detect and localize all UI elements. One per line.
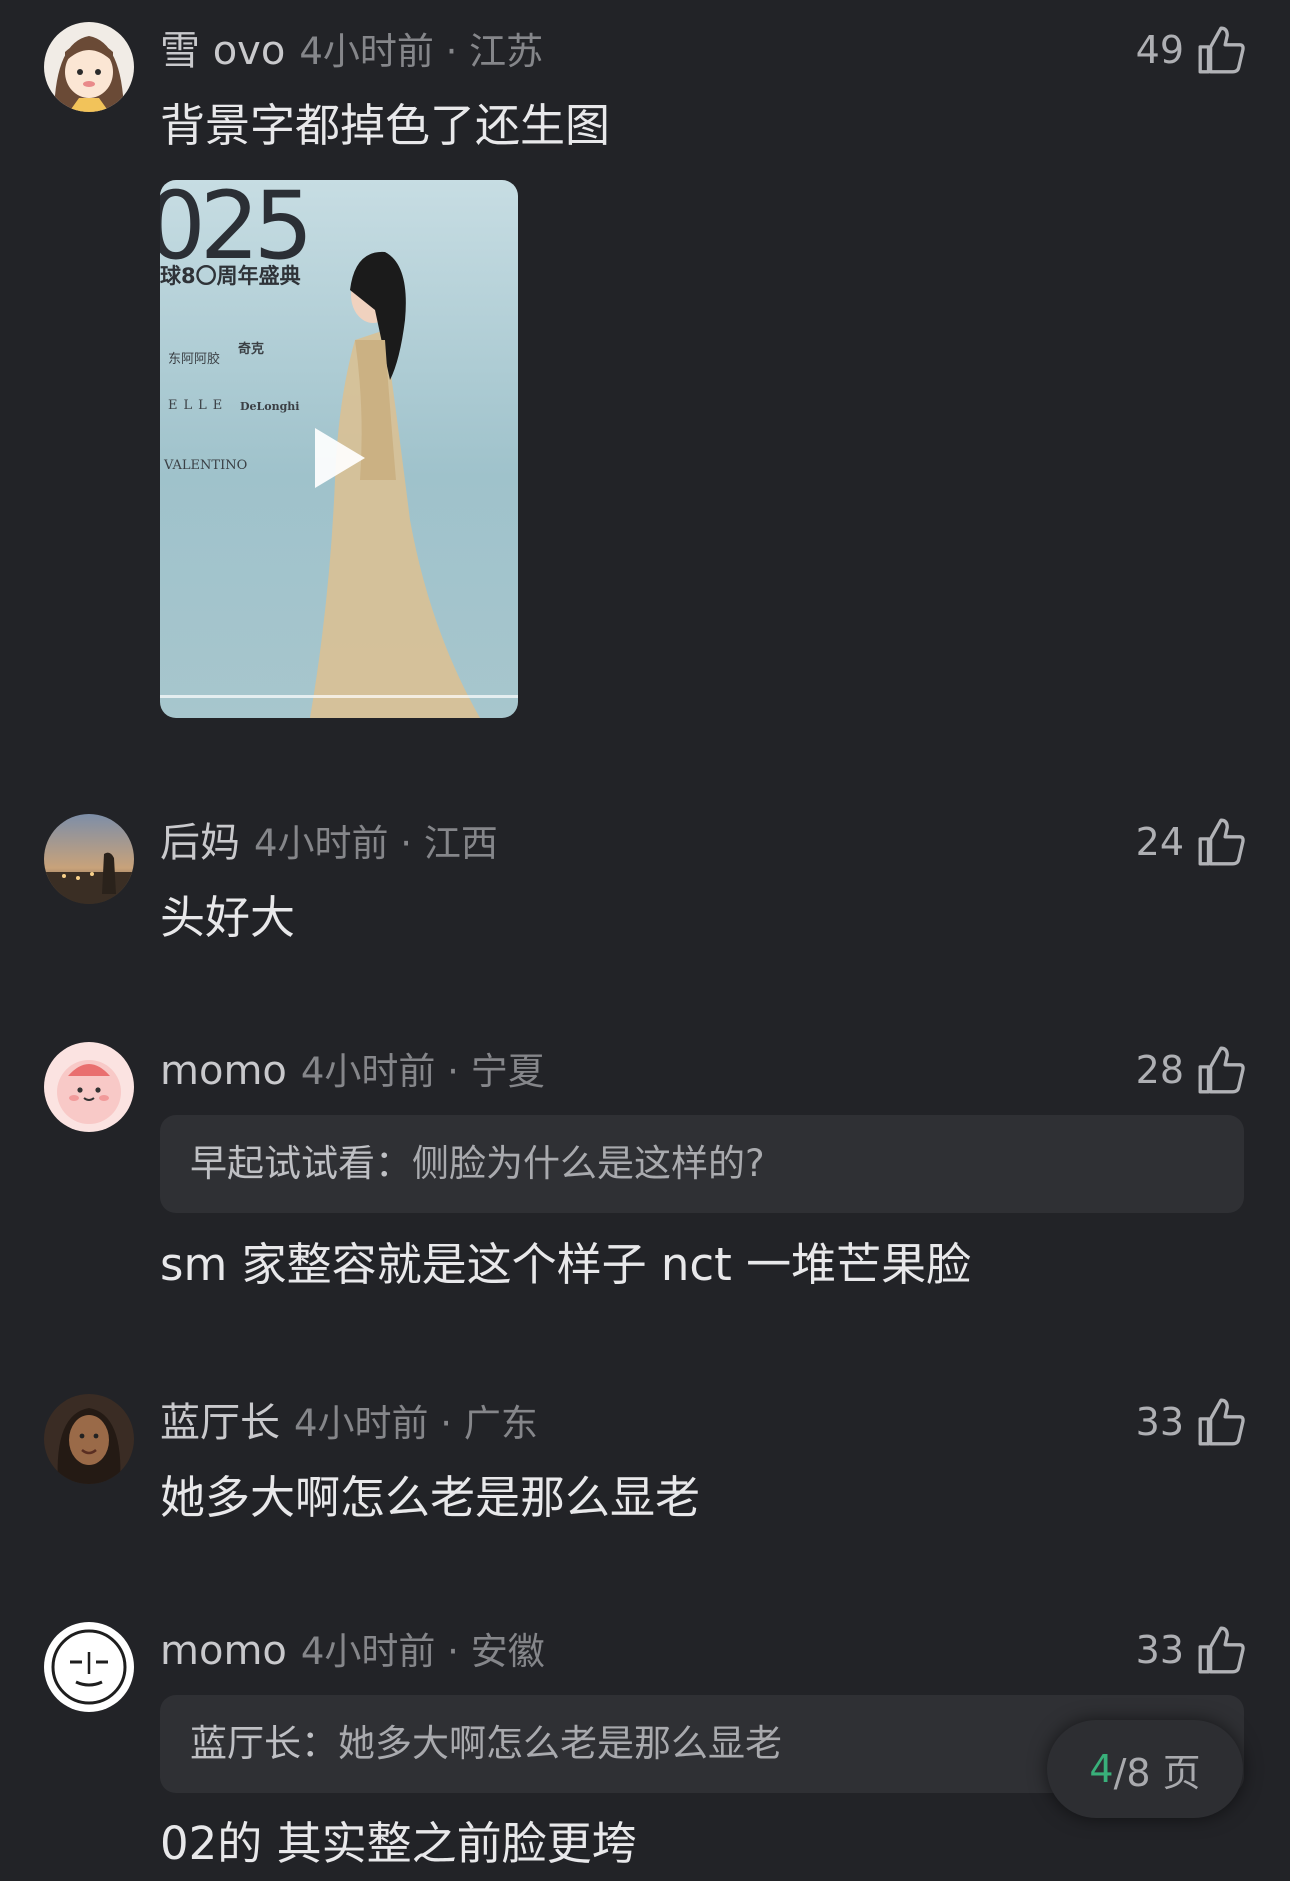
- quoted-text: 她多大啊怎么老是那么显老: [338, 1722, 782, 1765]
- avatar[interactable]: [44, 814, 134, 904]
- username[interactable]: momo: [160, 1628, 287, 1674]
- like-button[interactable]: 28: [1136, 1042, 1246, 1098]
- time-location: 4小时前 · 江苏: [299, 30, 544, 73]
- time-location: 4小时前 · 广东: [294, 1402, 538, 1445]
- like-count: 33: [1135, 1400, 1184, 1444]
- like-button[interactable]: 49: [1136, 22, 1246, 78]
- thumbs-up-icon: [1198, 1626, 1245, 1674]
- comment-meta: momo 4小时前 · 安徽: [160, 1626, 545, 1677]
- quoted-user: 蓝厅长：: [190, 1722, 338, 1765]
- quoted-reply[interactable]: 早起试试看：侧脸为什么是这样的?: [160, 1115, 1244, 1213]
- username[interactable]: 蓝厅长: [160, 1400, 280, 1446]
- username[interactable]: momo: [160, 1048, 287, 1094]
- page-total: /8 页: [1113, 1750, 1201, 1795]
- comment-text: 02的 其实整之前脸更垮: [160, 1817, 637, 1870]
- avatar[interactable]: [44, 1042, 134, 1132]
- like-button[interactable]: 33: [1136, 1622, 1246, 1678]
- like-count: 28: [1135, 1048, 1184, 1092]
- time-location: 4小时前 · 安徽: [300, 1630, 545, 1673]
- comment-text: sm 家整容就是这个样子 nct 一堆芒果脸: [160, 1238, 972, 1291]
- like-count: 49: [1135, 28, 1184, 72]
- comment-meta: 雪 ovo 4小时前 · 江苏: [160, 26, 543, 77]
- username[interactable]: 后妈: [160, 820, 240, 866]
- like-count: 33: [1135, 1628, 1184, 1672]
- comment-meta: 后妈 4小时前 · 江西: [160, 818, 498, 869]
- like-button[interactable]: 33: [1136, 1394, 1246, 1450]
- thumbs-up-icon: [1198, 1398, 1245, 1446]
- page-indicator[interactable]: 4/8 页: [1047, 1720, 1243, 1818]
- thumbs-up-icon: [1198, 26, 1245, 74]
- like-count: 24: [1135, 820, 1184, 864]
- play-icon[interactable]: [315, 428, 365, 488]
- video-thumbnail[interactable]: 025 球8〇周年盛典 东阿阿胶 奇克 ELLE DeLonghi VALENT…: [160, 180, 518, 718]
- quoted-text: 侧脸为什么是这样的?: [412, 1142, 765, 1185]
- comment-text: 头好大: [160, 891, 296, 944]
- video-progress-bar: [160, 695, 518, 698]
- quoted-user: 早起试试看：: [190, 1142, 412, 1185]
- avatar[interactable]: [44, 22, 134, 112]
- page-current: 4: [1089, 1747, 1114, 1791]
- time-location: 4小时前 · 宁夏: [300, 1050, 545, 1093]
- avatar[interactable]: [44, 1394, 134, 1484]
- like-button[interactable]: 24: [1136, 814, 1246, 870]
- comment-meta: momo 4小时前 · 宁夏: [160, 1046, 545, 1097]
- comment-meta: 蓝厅长 4小时前 · 广东: [160, 1398, 538, 1449]
- thumbs-up-icon: [1198, 818, 1245, 866]
- time-location: 4小时前 · 江西: [254, 822, 498, 865]
- comment-text: 她多大啊怎么老是那么显老: [160, 1471, 701, 1524]
- thumbs-up-icon: [1198, 1046, 1245, 1094]
- username[interactable]: 雪 ovo: [160, 28, 285, 74]
- avatar[interactable]: [44, 1622, 134, 1712]
- comment-text: 背景字都掉色了还生图: [160, 99, 611, 152]
